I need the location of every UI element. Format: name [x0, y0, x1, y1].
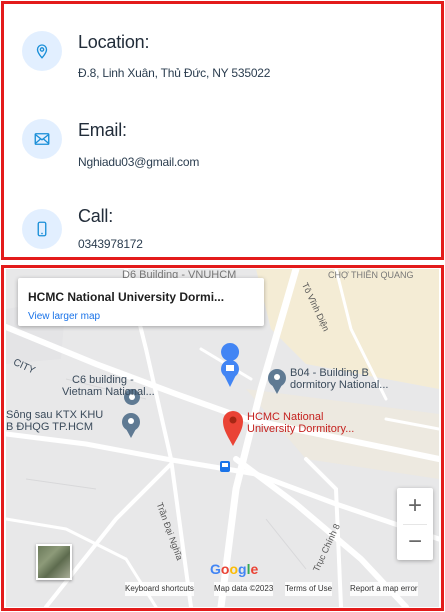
google-logo: Google	[210, 561, 259, 577]
zoom-in-button[interactable]: +	[397, 488, 433, 524]
location-pin-icon	[22, 31, 62, 71]
map-data-text: Map data ©2023	[214, 582, 274, 596]
satellite-toggle-button[interactable]	[36, 544, 72, 580]
phone-icon	[22, 209, 62, 249]
map-label-ktx-2: B ĐHQG TP.HCM	[6, 421, 93, 433]
zoom-out-button[interactable]: −	[397, 524, 433, 560]
report-map-error-link[interactable]: Report a map error	[350, 582, 418, 596]
map-label-c6-2: Vietnam National...	[62, 386, 155, 398]
place-title: HCMC National University Dormi...	[28, 290, 225, 304]
call-title: Call:	[78, 206, 114, 226]
email-title: Email:	[78, 120, 127, 140]
location-title: Location:	[78, 32, 150, 52]
view-larger-map-link[interactable]: View larger map	[28, 311, 100, 322]
terms-of-use-link[interactable]: Terms of Use	[285, 582, 333, 596]
map-panel: D6 Building - VNUHCM CHỢ THIÊN QUANG CIT…	[1, 265, 444, 611]
place-info-card: HCMC National University Dormi... View l…	[18, 278, 264, 326]
map-label-b04-2: dormitory National...	[290, 379, 389, 391]
map-label-b04-1: B04 - Building B	[290, 367, 369, 379]
map-label-market: CHỢ THIÊN QUANG	[328, 270, 414, 280]
contact-info-panel: Location: Đ.8, Linh Xuân, Thủ Đức, NY 53…	[1, 1, 444, 260]
map-label-c6-1: C6 building -	[72, 374, 134, 386]
bus-stop-icon	[220, 461, 230, 472]
email-text[interactable]: Nghiadu03@gmail.com	[78, 155, 199, 169]
map-label-pin-2: University Dormitory...	[247, 423, 355, 435]
call-text[interactable]: 0343978172	[78, 237, 143, 251]
google-map[interactable]: D6 Building - VNUHCM CHỢ THIÊN QUANG CIT…	[6, 269, 439, 607]
location-text: Đ.8, Linh Xuân, Thủ Đức, NY 535022	[78, 66, 271, 80]
envelope-icon	[22, 119, 62, 159]
map-label-pin-1: HCMC National	[247, 411, 324, 423]
zoom-control: + −	[397, 488, 433, 560]
map-label-ktx-1: Sông sau KTX KHU	[6, 409, 104, 421]
keyboard-shortcuts-link[interactable]: Keyboard shortcuts	[125, 582, 194, 596]
